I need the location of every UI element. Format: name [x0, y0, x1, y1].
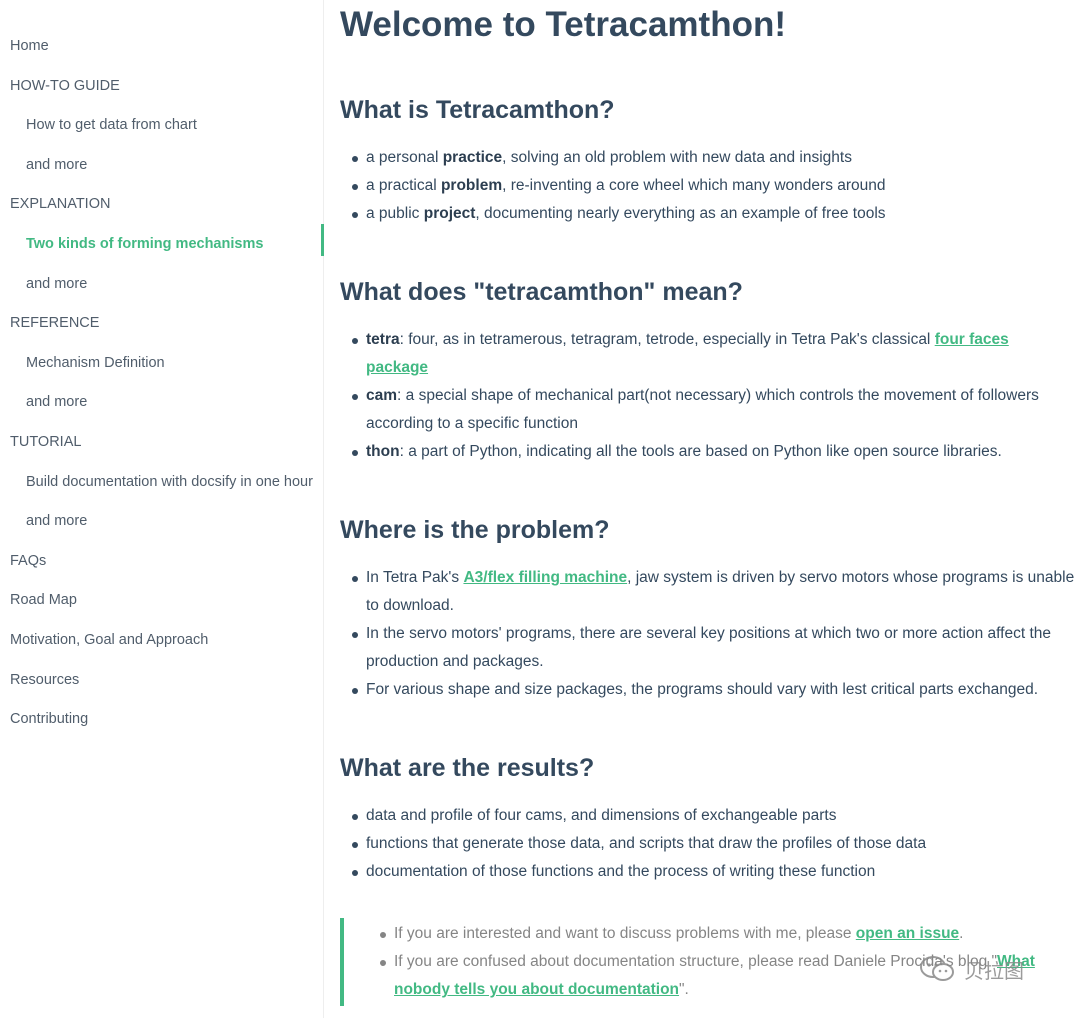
sidebar-item-build-documentation-with-docsify-in-one-hour[interactable]: Build documentation with docsify in one …	[0, 462, 323, 502]
page-title: Welcome to Tetracamthon!	[340, 5, 786, 44]
sidebar-item-contributing[interactable]: Contributing	[0, 699, 323, 739]
results-list: data and profile of four cams, and dimen…	[340, 802, 1075, 886]
list-item: In Tetra Pak's A3/flex filling machine, …	[350, 564, 1075, 620]
section-heading-what: What is Tetracamthon?	[340, 96, 615, 124]
bold-term: thon	[366, 443, 400, 460]
list-item: functions that generate those data, and …	[350, 830, 1075, 858]
sidebar-item-and-more[interactable]: and more	[0, 382, 323, 422]
section-heading-results: What are the results?	[340, 754, 595, 782]
sidebar-item-mechanism-definition[interactable]: Mechanism Definition	[0, 343, 323, 383]
section-heading-problem: Where is the problem?	[340, 516, 610, 544]
sidebar-item-and-more[interactable]: and more	[0, 501, 323, 541]
watermark-text: 贝拉图	[964, 960, 1024, 983]
sidebar-item-explanation[interactable]: EXPLANATION	[0, 184, 323, 224]
sidebar-item-tutorial[interactable]: TUTORIAL	[0, 422, 323, 462]
watermark: 贝拉图	[918, 954, 1024, 984]
sidebar-item-two-kinds-of-forming-mechanisms[interactable]: Two kinds of forming mechanisms	[0, 223, 324, 264]
main-content: Welcome to Tetracamthon! What is Tetraca…	[340, 0, 1075, 1006]
a3-flex-filling-machine-link[interactable]: A3/flex filling machine	[463, 569, 627, 586]
bold-term: tetra	[366, 331, 400, 348]
list-item: In the servo motors' programs, there are…	[350, 620, 1075, 676]
bold-term: project	[423, 205, 476, 222]
problem-list: In Tetra Pak's A3/flex filling machine, …	[340, 564, 1075, 704]
list-item: If you are interested and want to discus…	[378, 920, 1075, 948]
list-item: a public project, documenting nearly eve…	[350, 200, 1075, 228]
wechat-icon	[920, 956, 954, 981]
sidebar-item-reference[interactable]: REFERENCE	[0, 303, 323, 343]
sidebar-item-faqs[interactable]: FAQs	[0, 541, 323, 581]
sidebar-item-motivation-goal-and-approach[interactable]: Motivation, Goal and Approach	[0, 620, 323, 660]
section-heading-meaning: What does "tetracamthon" mean?	[340, 278, 743, 306]
sidebar: Home HOW-TO GUIDE How to get data from cha…	[0, 0, 324, 1018]
sidebar-item-home[interactable]: Home	[0, 26, 323, 66]
list-item: a practical problem, re-inventing a core…	[350, 172, 1075, 200]
list-item: a personal practice, solving an old prob…	[350, 144, 1075, 172]
sidebar-nav: Home HOW-TO GUIDE How to get data from cha…	[0, 0, 324, 739]
what-list: a personal practice, solving an old prob…	[340, 144, 1075, 228]
sidebar-item-road-map[interactable]: Road Map	[0, 580, 323, 620]
list-item: data and profile of four cams, and dimen…	[350, 802, 1075, 830]
sidebar-item-resources[interactable]: Resources	[0, 660, 323, 700]
list-item: thon: a part of Python, indicating all t…	[350, 438, 1075, 466]
sidebar-item-how-to-guide[interactable]: HOW-TO GUIDE	[0, 66, 323, 106]
list-item: documentation of those functions and the…	[350, 858, 1075, 886]
list-item: cam: a special shape of mechanical part(…	[350, 382, 1075, 438]
meaning-list: tetra: four, as in tetramerous, tetragra…	[340, 326, 1075, 466]
sidebar-item-how-to-get-data-from-chart[interactable]: How to get data from chart	[0, 105, 323, 145]
open-issue-link[interactable]: open an issue	[856, 925, 959, 942]
list-item: tetra: four, as in tetramerous, tetragra…	[350, 326, 1075, 382]
bold-term: cam	[366, 387, 398, 404]
sidebar-item-and-more[interactable]: and more	[0, 145, 323, 185]
bold-term: practice	[442, 149, 503, 166]
sidebar-item-and-more[interactable]: and more	[0, 264, 323, 304]
list-item: For various shape and size packages, the…	[350, 676, 1075, 704]
bold-term: problem	[440, 177, 503, 194]
